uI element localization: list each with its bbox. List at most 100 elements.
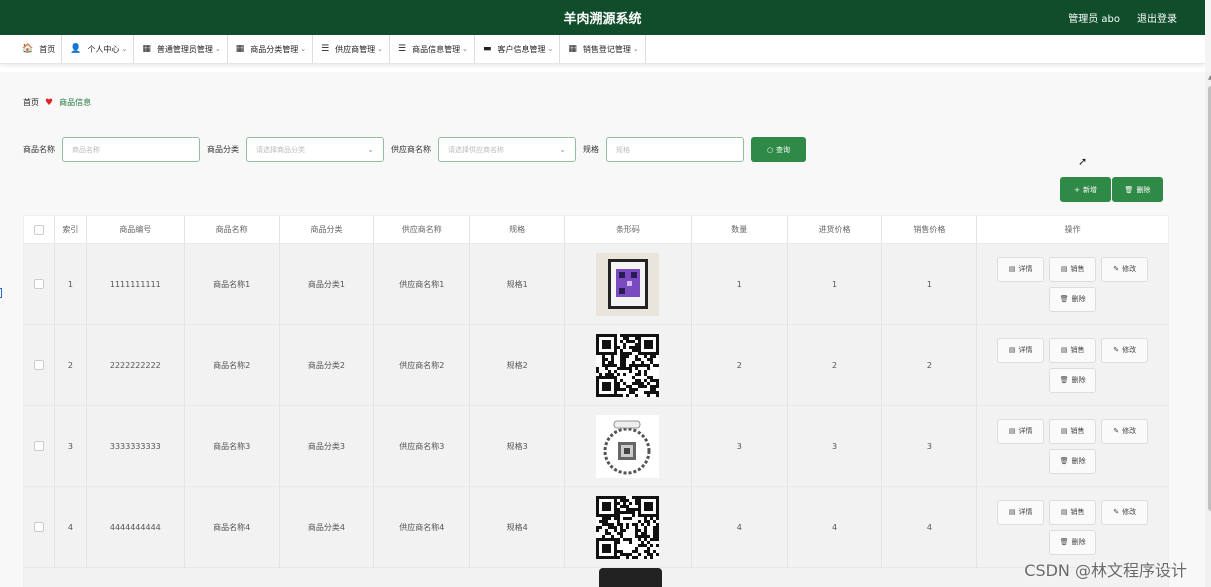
edit-button[interactable]: ✎ 修改 (1101, 418, 1149, 444)
barcode-image[interactable] (599, 568, 662, 587)
delete-button[interactable]: 🗑 删除 (1049, 448, 1097, 474)
pencil-icon: ✎ (1113, 508, 1120, 516)
heart-icon: ♥ (45, 97, 54, 108)
cell-qty: 3 (692, 406, 788, 486)
delete-button[interactable]: 🗑 删除 (1049, 529, 1097, 555)
cell-code: 2222222222 (87, 325, 185, 405)
menu-item-4[interactable]: ☰ 供应商管理 ⌄ (313, 35, 391, 63)
breadcrumb-home[interactable]: 首页 (23, 97, 39, 108)
row-checkbox[interactable] (33, 522, 44, 532)
cell-buy_price: 3 (788, 406, 883, 486)
cell-category: 商品分类4 (280, 487, 375, 567)
detail-button[interactable]: ▤ 详情 (997, 337, 1045, 363)
spec-placeholder: 规格 (616, 145, 630, 154)
edit-label: 修改 (1122, 346, 1137, 354)
select-all-cell (24, 216, 55, 243)
cell-name: 商品名称4 (185, 487, 280, 567)
table-row-partial (24, 568, 1168, 587)
cell-sell_price: 1 (882, 244, 978, 324)
menu-item-label: 商品信息管理 (412, 44, 461, 54)
mouse-cursor-icon: ➚ (1078, 155, 1088, 168)
menu-item-label: 首页 (39, 44, 56, 54)
cell-index: 3 (55, 406, 87, 486)
barcode-image[interactable] (596, 495, 660, 559)
chevron-down-icon: ⌄ (121, 45, 128, 53)
cell-category: 商品分类1 (280, 244, 375, 324)
chevron-down-icon: ⌄ (367, 145, 374, 154)
menu-item-label: 客户信息管理 (497, 44, 546, 54)
detail-label: 详情 (1018, 265, 1033, 273)
cell-buy_price: 2 (788, 325, 883, 405)
column-header: 索引 (55, 216, 87, 243)
table-row: 3 3333333333 商品名称3 商品分类3 供应商名称3 规格3 3 3 3 ▤ 详情 ▤ 销售 ✎… (24, 406, 1168, 487)
menu-item-label: 销售登记管理 (582, 44, 631, 54)
detail-button[interactable]: ▤ 详情 (997, 499, 1045, 525)
doc-icon: ▤ (1008, 427, 1016, 435)
name-input[interactable]: 商品名称 (62, 137, 200, 162)
cell-code: 3333333333 (87, 406, 185, 486)
breadcrumb: 首页 ♥ 商品信息 (23, 97, 91, 108)
cell-code: 4444444444 (87, 487, 185, 567)
cell-operations: ▤ 详情 ▤ 销售 ✎ 修改 🗑 删除 (977, 487, 1168, 567)
menu-item-2[interactable]: ▦ 普通管理员管理 ⌄ (134, 35, 228, 63)
barcode-image[interactable] (596, 333, 660, 397)
edit-button[interactable]: ✎ 修改 (1101, 256, 1149, 282)
category-select[interactable]: 请选择商品分类 ⌄ (246, 137, 384, 162)
row-actions: ▤ 详情 ▤ 销售 ✎ 修改 🗑 删除 (993, 499, 1153, 555)
barcode-image[interactable] (596, 252, 660, 316)
menu-item-0[interactable]: 🏠 首页 (14, 35, 63, 63)
list-icon: ☰ (321, 44, 330, 54)
bulk-delete-button[interactable]: 🗑 删除 (1112, 177, 1163, 202)
column-header: 商品编号 (87, 216, 185, 243)
grid-icon: ▦ (142, 44, 151, 54)
menu-item-1[interactable]: 👤 个人中心 ⌄ (62, 35, 135, 63)
delete-button[interactable]: 🗑 删除 (1049, 286, 1097, 312)
menu-item-7[interactable]: ▦ 销售登记管理 ⌄ (560, 35, 646, 63)
add-button[interactable]: + 新增 (1060, 177, 1111, 202)
select-all-checkbox[interactable] (33, 224, 44, 235)
cell-operations: ▤ 详情 ▤ 销售 ✎ 修改 🗑 删除 (977, 406, 1168, 486)
column-header: 销售价格 (882, 216, 978, 243)
cell-barcode (565, 487, 692, 567)
delete-button[interactable]: 🗑 删除 (1049, 367, 1097, 393)
cell-name: 商品名称2 (185, 325, 280, 405)
sell-button[interactable]: ▤ 销售 (1049, 499, 1097, 525)
edit-button[interactable]: ✎ 修改 (1101, 337, 1149, 363)
cell-code: 1111111111 (87, 244, 185, 324)
column-header: 供应商名称 (374, 216, 471, 243)
menu-item-6[interactable]: ▬ 客户信息管理 ⌄ (475, 35, 561, 63)
sell-button[interactable]: ▤ 销售 (1049, 256, 1097, 282)
detail-button[interactable]: ▤ 详情 (997, 418, 1045, 444)
row-checkbox[interactable] (33, 279, 44, 289)
trash-icon: 🗑 (1059, 538, 1069, 546)
cell-operations: ▤ 详情 ▤ 销售 ✎ 修改 🗑 删除 (977, 244, 1168, 324)
chevron-down-icon: ⌄ (559, 145, 566, 154)
sell-button[interactable]: ▤ 销售 (1049, 418, 1097, 444)
trash-icon: 🗑 (1124, 185, 1134, 194)
spec-input[interactable]: 规格 (606, 137, 744, 162)
cell-supplier: 供应商名称1 (374, 244, 471, 324)
row-checkbox[interactable] (33, 441, 44, 451)
menu-item-5[interactable]: ☰ 商品信息管理 ⌄ (390, 35, 475, 63)
logout-link[interactable]: 退出登录 (1137, 10, 1177, 25)
breadcrumb-current: 商品信息 (59, 98, 92, 107)
row-checkbox[interactable] (33, 360, 44, 370)
menu-item-3[interactable]: ▦ 商品分类管理 ⌄ (228, 35, 314, 63)
cell-spec: 规格1 (470, 244, 566, 324)
app-title: 羊肉溯源系统 (563, 12, 642, 27)
cell-name: 商品名称1 (185, 244, 280, 324)
query-button[interactable]: ○ 查询 (751, 137, 806, 162)
user-icon: 👤 (70, 44, 82, 54)
supplier-select[interactable]: 请选择供应商名称 ⌄ (438, 137, 576, 162)
cell-index: 4 (55, 487, 87, 567)
cell-barcode (565, 406, 692, 486)
detail-button[interactable]: ▤ 详情 (997, 256, 1045, 282)
vertical-scrollbar[interactable]: ▲ (1205, 72, 1211, 587)
main-content: 首页 ♥ 商品信息 商品名称 商品名称 商品分类 请选择商品分类 ⌄ 供应商名称 … (0, 72, 1205, 587)
edit-button[interactable]: ✎ 修改 (1101, 499, 1149, 525)
sell-button[interactable]: ▤ 销售 (1049, 337, 1097, 363)
column-header: 商品分类 (280, 216, 375, 243)
supplier-label: 供应商名称 (391, 145, 431, 154)
doc-icon: ▤ (1060, 508, 1068, 516)
barcode-image[interactable] (596, 414, 660, 478)
